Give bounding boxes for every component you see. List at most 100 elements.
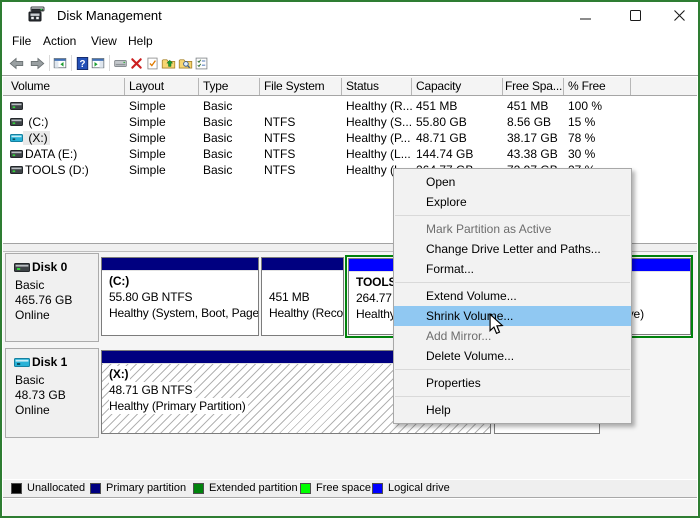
partition-c[interactable]: (C:) 55.80 GB NTFS Healthy (System, Boot… bbox=[101, 257, 259, 336]
volume-row-c[interactable]: (C:) Simple Basic NTFS Healthy (S... 55.… bbox=[3, 114, 697, 130]
cell-volume: (C:) bbox=[25, 115, 48, 129]
show-console-tree-icon[interactable] bbox=[53, 56, 67, 71]
partition-c-label: (C:) bbox=[109, 273, 131, 289]
partition-x-size: 48.71 GB NTFS bbox=[109, 382, 194, 398]
forward-icon[interactable] bbox=[28, 56, 47, 71]
show-action-pane-icon[interactable] bbox=[91, 56, 105, 71]
column-separator bbox=[198, 78, 199, 95]
menu-help[interactable]: Help bbox=[128, 34, 153, 48]
column-header-capacity[interactable]: Capacity bbox=[416, 79, 498, 94]
menu-view[interactable]: View bbox=[91, 34, 117, 48]
disk1-info-panel[interactable]: Disk 1 Basic 48.73 GB Online bbox=[5, 348, 99, 438]
menu-file[interactable]: File bbox=[12, 34, 31, 48]
volume-row-data[interactable]: DATA (E:) Simple Basic NTFS Healthy (L..… bbox=[3, 146, 697, 162]
maximize-button[interactable] bbox=[618, 2, 652, 28]
disk-management-app-icon bbox=[28, 6, 46, 22]
menu-separator bbox=[395, 396, 630, 397]
menu-item-add-mirror: Add Mirror... bbox=[394, 326, 631, 346]
disk1-size: 48.73 GB bbox=[15, 388, 66, 402]
menu-item-mark-partition-active: Mark Partition as Active bbox=[394, 219, 631, 239]
toolbar-separator bbox=[49, 55, 50, 71]
column-separator bbox=[630, 78, 631, 95]
disk0-name: Disk 0 bbox=[32, 260, 67, 274]
open-folder-icon[interactable] bbox=[161, 56, 176, 71]
volume-row-x-selected[interactable]: (X:) Simple Basic NTFS Healthy (P... 48.… bbox=[3, 130, 697, 146]
cell-pct-free: 30 % bbox=[568, 147, 626, 161]
close-button[interactable] bbox=[662, 2, 696, 28]
help-icon[interactable]: ? bbox=[76, 56, 89, 71]
volume-icon bbox=[10, 117, 23, 127]
partition-x-status: Healthy (Primary Partition) bbox=[109, 398, 248, 414]
toolbar-separator bbox=[109, 55, 110, 71]
partition-c-status: Healthy (System, Boot, Page bbox=[109, 305, 258, 321]
column-header-pct-free[interactable]: % Free bbox=[568, 79, 626, 94]
back-icon[interactable] bbox=[7, 56, 26, 71]
menu-item-help[interactable]: Help bbox=[394, 400, 631, 420]
column-header-file-system[interactable]: File System bbox=[264, 79, 336, 94]
cell-type: Basic bbox=[203, 163, 255, 177]
column-separator bbox=[124, 78, 125, 95]
menu-separator bbox=[395, 282, 630, 283]
disk0-state: Online bbox=[15, 308, 50, 322]
minimize-button[interactable] bbox=[568, 2, 602, 28]
cell-file-system: NTFS bbox=[264, 163, 336, 177]
disk0-info-panel[interactable]: Disk 0 Basic 465.76 GB Online bbox=[5, 253, 99, 342]
volume-list-header: Volume Layout Type File System Status Ca… bbox=[3, 77, 697, 96]
disk-icon bbox=[14, 262, 30, 273]
disk0-size: 465.76 GB bbox=[15, 293, 72, 307]
column-header-status[interactable]: Status bbox=[346, 79, 406, 94]
column-header-volume[interactable]: Volume bbox=[11, 79, 119, 94]
column-separator bbox=[563, 78, 564, 95]
menu-item-open[interactable]: Open bbox=[394, 172, 631, 192]
disk-drive-icon[interactable] bbox=[113, 56, 128, 71]
legend-label-unallocated: Unallocated bbox=[27, 482, 85, 494]
cell-status: Healthy (R... bbox=[346, 99, 415, 113]
legend-label-free: Free space bbox=[316, 482, 371, 494]
cell-layout: Simple bbox=[129, 99, 193, 113]
cell-capacity: 48.71 GB bbox=[416, 131, 498, 145]
disk0-kind: Basic bbox=[15, 278, 44, 292]
legend-swatch-primary bbox=[90, 483, 101, 494]
partition-recovery-status: Healthy (Recov bbox=[269, 305, 343, 321]
menu-item-properties[interactable]: Properties bbox=[394, 373, 631, 393]
partition-recovery[interactable]: 451 MB Healthy (Recov bbox=[261, 257, 344, 336]
cell-capacity: 55.80 GB bbox=[416, 115, 498, 129]
column-separator bbox=[259, 78, 260, 95]
menu-separator bbox=[395, 215, 630, 216]
menu-item-explore[interactable]: Explore bbox=[394, 192, 631, 212]
disk-icon-selected bbox=[14, 357, 30, 368]
explore-folder-icon[interactable] bbox=[178, 56, 193, 71]
menu-action[interactable]: Action bbox=[43, 34, 76, 48]
cell-file-system: NTFS bbox=[264, 115, 336, 129]
menu-item-format[interactable]: Format... bbox=[394, 259, 631, 279]
legend-label-extended: Extended partition bbox=[209, 482, 298, 494]
status-bar bbox=[3, 499, 697, 516]
disk1-state: Online bbox=[15, 403, 50, 417]
disk1-kind: Basic bbox=[15, 373, 44, 387]
menu-item-delete-volume[interactable]: Delete Volume... bbox=[394, 346, 631, 366]
properties-list-icon[interactable] bbox=[194, 56, 209, 71]
cell-file-system: NTFS bbox=[264, 131, 336, 145]
menu-item-shrink-volume[interactable]: Shrink Volume... bbox=[394, 306, 631, 326]
delete-icon[interactable] bbox=[129, 56, 144, 71]
volume-context-menu: Open Explore Mark Partition as Active Ch… bbox=[393, 168, 632, 424]
menu-item-change-drive-letter[interactable]: Change Drive Letter and Paths... bbox=[394, 239, 631, 259]
toolbar-separator bbox=[71, 55, 72, 71]
column-header-type[interactable]: Type bbox=[203, 79, 255, 94]
column-separator bbox=[411, 78, 412, 95]
cell-free-space: 38.17 GB bbox=[507, 131, 560, 145]
column-header-free-space[interactable]: Free Spa... bbox=[505, 79, 562, 94]
menu-item-extend-volume[interactable]: Extend Volume... bbox=[394, 286, 631, 306]
cell-free-space: 451 MB bbox=[507, 99, 560, 113]
svg-text:?: ? bbox=[80, 59, 86, 70]
disk1-name: Disk 1 bbox=[32, 355, 67, 369]
cell-pct-free: 15 % bbox=[568, 115, 626, 129]
menu-separator bbox=[395, 369, 630, 370]
volume-icon bbox=[10, 101, 23, 111]
volume-row-recovery[interactable]: Simple Basic Healthy (R... 451 MB 451 MB… bbox=[3, 98, 697, 114]
column-header-layout[interactable]: Layout bbox=[129, 79, 193, 94]
cell-status: Healthy (S... bbox=[346, 115, 415, 129]
window-title: Disk Management bbox=[57, 8, 162, 23]
mark-active-icon[interactable] bbox=[145, 56, 160, 71]
partition-x-label: (X:) bbox=[109, 366, 130, 382]
